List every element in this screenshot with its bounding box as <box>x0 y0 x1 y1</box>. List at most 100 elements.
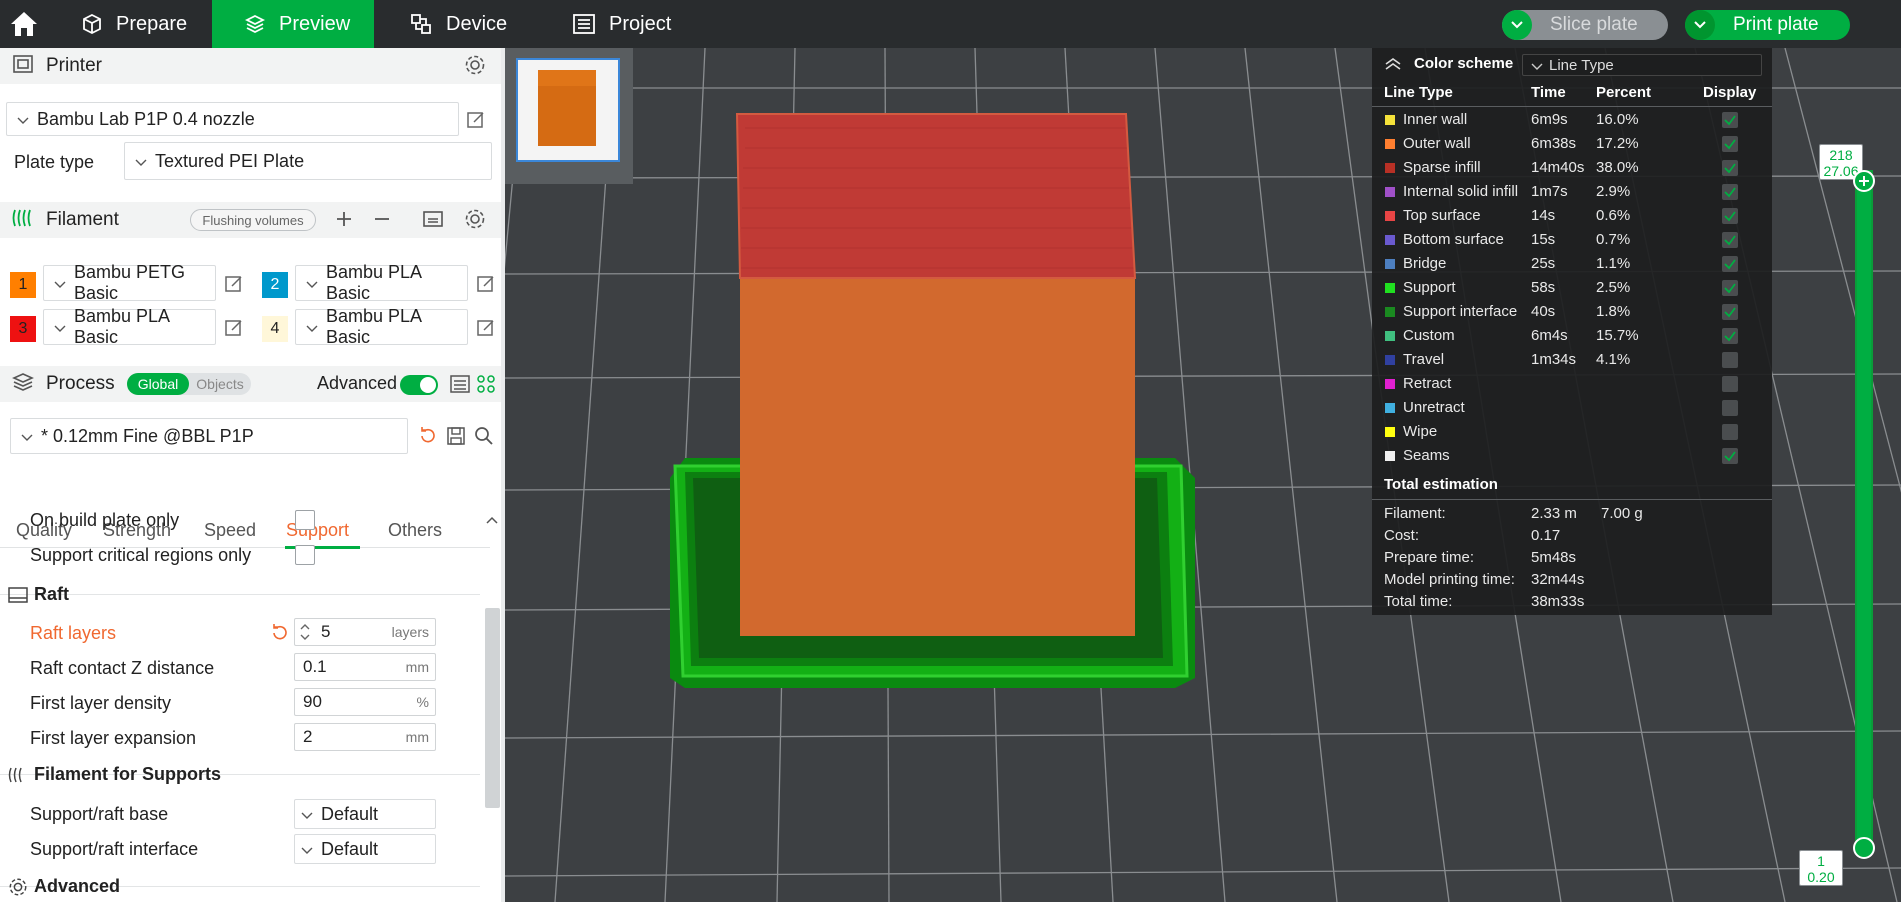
objects-option[interactable]: Objects <box>189 373 251 395</box>
filament-supports-header: Filament for Supports <box>8 764 221 785</box>
panel-divider[interactable] <box>501 48 505 902</box>
display-checkbox[interactable] <box>1722 256 1738 272</box>
legend-row: Bottom surface 15s 0.7% <box>1372 229 1772 253</box>
filament-slot-3[interactable]: 3 <box>10 316 36 342</box>
chevron-up-icon[interactable] <box>486 512 498 530</box>
filament-header: Filament Flushing volumes <box>0 202 505 238</box>
filament-slot-2[interactable]: 2 <box>262 272 288 298</box>
raft-contact-input[interactable]: 0.1 mm <box>294 653 436 681</box>
raft-base-select[interactable]: Default <box>294 799 436 829</box>
first-layer-expansion-unit: mm <box>405 729 429 745</box>
gear-icon[interactable] <box>464 208 486 235</box>
filament-slot-number: 3 <box>18 320 28 337</box>
slice-plate-button[interactable]: Slice plate <box>1502 10 1668 40</box>
process-preset-select[interactable]: * 0.12mm Fine @BBL P1P <box>10 418 408 454</box>
first-layer-expansion-input[interactable]: 2 mm <box>294 723 436 751</box>
save-icon[interactable] <box>446 426 466 451</box>
global-option[interactable]: Global <box>127 373 189 395</box>
first-layer-density-input[interactable]: 90 % <box>294 688 436 716</box>
checkmark-icon <box>1724 259 1736 270</box>
remove-icon[interactable] <box>372 209 392 234</box>
filament-select-3[interactable]: Bambu PLA Basic <box>43 306 216 347</box>
reset-icon[interactable] <box>270 623 290 648</box>
checkmark-icon <box>1724 451 1736 462</box>
display-checkbox[interactable] <box>1722 304 1738 320</box>
display-checkbox[interactable] <box>1722 208 1738 224</box>
filament-select-1[interactable]: Bambu PETG Basic <box>43 262 216 303</box>
filament-name: Bambu PLA Basic <box>74 306 170 347</box>
legend-row: Sparse infill 14m40s 38.0% <box>1372 157 1772 181</box>
display-checkbox[interactable] <box>1722 424 1738 440</box>
raft-layers-input[interactable]: 5 layers <box>294 618 436 646</box>
global-objects-toggle[interactable]: Global Objects <box>127 373 251 395</box>
filament-slot-1[interactable]: 1 <box>10 272 36 298</box>
add-icon[interactable] <box>334 209 354 234</box>
device-icon <box>411 14 431 34</box>
display-checkbox[interactable] <box>1722 112 1738 128</box>
checkmark-icon <box>1724 235 1736 246</box>
display-checkbox[interactable] <box>1722 328 1738 344</box>
tab-prepare[interactable]: Prepare <box>82 0 212 48</box>
col-display: Display <box>1703 84 1757 101</box>
tab-speed[interactable]: Speed <box>204 520 256 541</box>
display-checkbox[interactable] <box>1722 376 1738 392</box>
tab-others[interactable]: Others <box>388 520 442 541</box>
raft-interface-select[interactable]: Default <box>294 834 436 864</box>
line-type-color-swatch <box>1385 427 1395 437</box>
top-layer-handle[interactable] <box>1853 170 1875 192</box>
legend-divider <box>1372 499 1772 500</box>
tab-preview[interactable]: Preview <box>212 0 374 48</box>
advanced-toggle[interactable] <box>400 375 438 395</box>
list-icon[interactable] <box>450 374 470 399</box>
color-scheme-select[interactable]: Line Type <box>1522 54 1762 76</box>
line-type-percent: 1.8% <box>1596 303 1631 320</box>
filament-select-2[interactable]: Bambu PLA Basic <box>295 262 468 303</box>
on-build-plate-only-checkbox[interactable] <box>295 510 315 530</box>
display-checkbox[interactable] <box>1722 160 1738 176</box>
sync-icon[interactable] <box>422 209 444 236</box>
display-checkbox[interactable] <box>1722 184 1738 200</box>
bottom-layer-handle[interactable] <box>1853 837 1875 859</box>
plate-type-select[interactable]: Textured PEI Plate <box>124 142 492 180</box>
display-checkbox[interactable] <box>1722 400 1738 416</box>
top-layer-number: 218 <box>1829 147 1853 163</box>
checkmark-icon <box>1724 283 1736 294</box>
search-icon[interactable] <box>474 426 494 451</box>
chevron-down-icon[interactable] <box>1685 10 1715 40</box>
support-critical-checkbox[interactable] <box>295 545 315 565</box>
display-checkbox[interactable] <box>1722 280 1738 296</box>
collapse-icon[interactable] <box>1384 57 1402 75</box>
edit-icon[interactable] <box>224 318 244 343</box>
edit-icon[interactable] <box>476 318 496 343</box>
printer-select[interactable]: Bambu Lab P1P 0.4 nozzle <box>6 102 459 136</box>
tab-device[interactable]: Device <box>410 0 540 48</box>
checkmark-icon <box>1724 211 1736 222</box>
tab-label: Project <box>609 12 672 35</box>
edit-icon[interactable] <box>476 274 496 299</box>
flushing-volumes-button[interactable]: Flushing volumes <box>190 209 316 231</box>
objects-label: Objects <box>196 376 244 392</box>
advanced-title: Advanced <box>34 876 121 896</box>
filament-slot-4[interactable]: 4 <box>262 316 288 342</box>
tab-project[interactable]: Project <box>573 0 703 48</box>
line-type-time: 58s <box>1531 279 1556 296</box>
print-plate-button[interactable]: Print plate <box>1685 10 1850 40</box>
home-icon[interactable] <box>0 0 48 48</box>
spin-arrows-icon[interactable] <box>299 622 311 642</box>
compare-icon[interactable] <box>476 374 496 399</box>
display-checkbox[interactable] <box>1722 232 1738 248</box>
chevron-down-icon[interactable] <box>1502 10 1532 40</box>
undo-icon[interactable] <box>418 426 438 451</box>
tab-label: Device <box>446 12 508 35</box>
gear-icon[interactable] <box>464 54 486 81</box>
layer-slider[interactable] <box>1855 170 1873 850</box>
settings-scrollbar[interactable] <box>485 608 500 808</box>
line-type-percent: 1.1% <box>1596 255 1631 272</box>
edit-icon[interactable] <box>466 110 486 135</box>
filament-select-4[interactable]: Bambu PLA Basic <box>295 306 468 347</box>
display-checkbox[interactable] <box>1722 352 1738 368</box>
display-checkbox[interactable] <box>1722 136 1738 152</box>
chevron-down-icon <box>54 317 66 338</box>
edit-icon[interactable] <box>224 274 244 299</box>
display-checkbox[interactable] <box>1722 448 1738 464</box>
